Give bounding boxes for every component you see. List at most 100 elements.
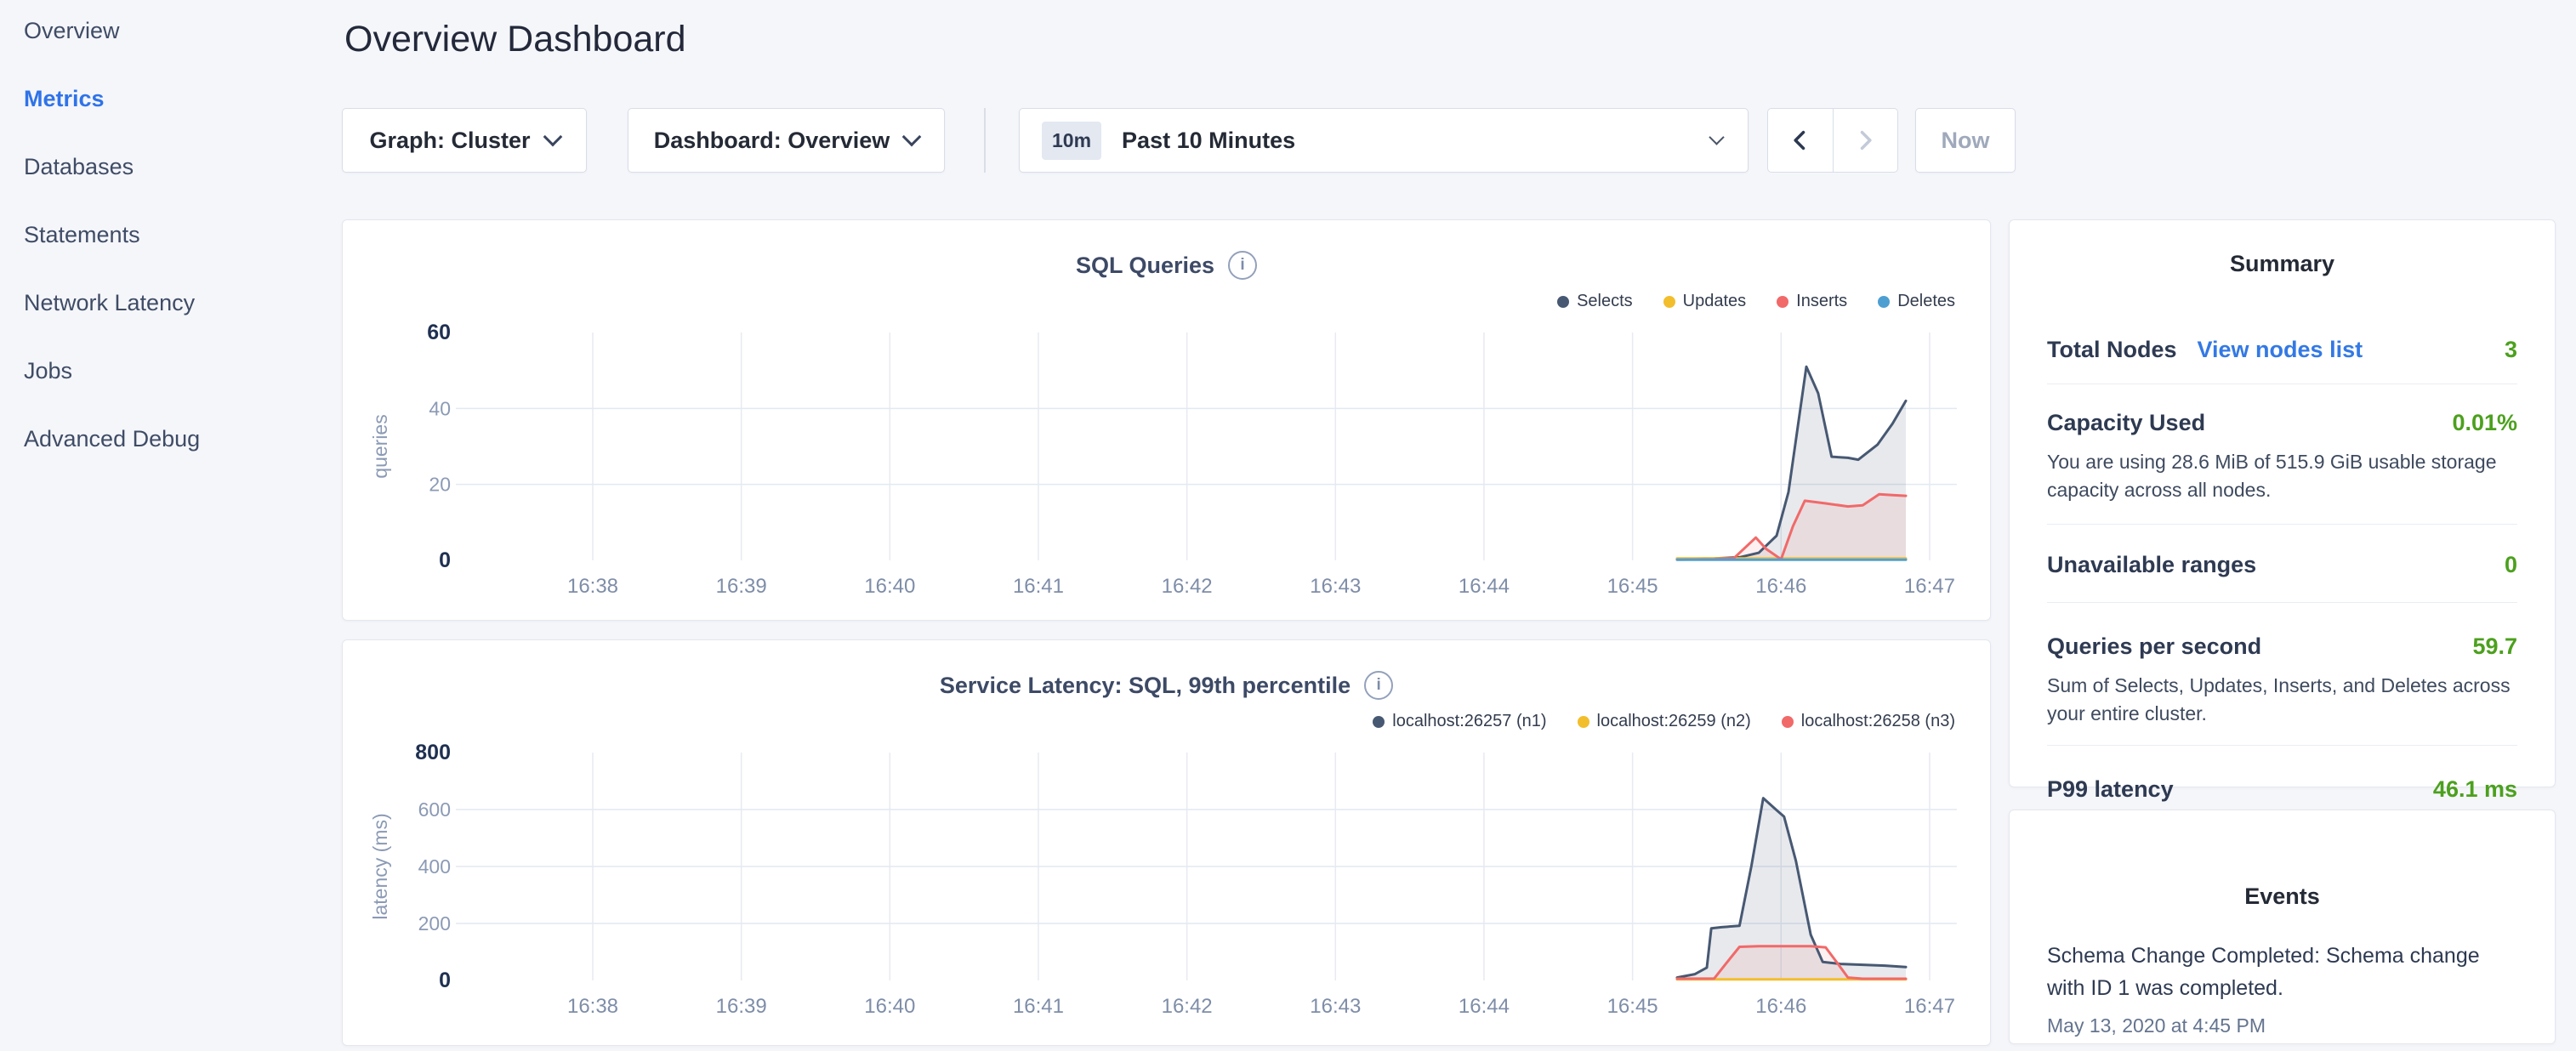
legend-label: Inserts: [1796, 292, 1847, 311]
svg-text:16:40: 16:40: [864, 995, 915, 1018]
chevron-down-icon: [543, 128, 562, 147]
sql-queries-chart-card: 16:3816:3916:4016:4116:4216:4316:4416:45…: [342, 219, 1991, 621]
events-panel: Events Schema Change Completed: Schema c…: [2009, 810, 2556, 1044]
svg-text:60: 60: [427, 321, 451, 344]
summary-label: Unavailable ranges: [2047, 552, 2256, 578]
time-range-selector[interactable]: 10m Past 10 Minutes: [1019, 108, 1749, 173]
chevron-left-icon: [1788, 128, 1812, 152]
chevron-right-icon: [1853, 128, 1877, 152]
sidebar-item-databases[interactable]: Databases: [24, 156, 340, 179]
view-nodes-list-link[interactable]: View nodes list: [2198, 337, 2363, 363]
svg-text:200: 200: [418, 912, 451, 935]
chart-legend: localhost:26257 (n1) localhost:26259 (n2)…: [1373, 712, 1955, 731]
toolbar-divider: [984, 108, 986, 173]
svg-text:0: 0: [439, 969, 451, 992]
legend-label: localhost:26258 (n3): [1801, 712, 1955, 731]
svg-text:600: 600: [418, 798, 451, 821]
summary-value: 3: [2505, 337, 2517, 363]
graph-scope-label: Graph: Cluster: [369, 128, 530, 154]
toolbar: Graph: Cluster Dashboard: Overview 10m P…: [342, 108, 2043, 173]
legend-dot-icon: [1373, 716, 1385, 728]
dashboard-dropdown[interactable]: Dashboard: Overview: [628, 108, 945, 173]
svg-text:16:46: 16:46: [1755, 575, 1806, 598]
svg-text:16:39: 16:39: [716, 575, 767, 598]
summary-label: Total Nodes: [2047, 337, 2177, 363]
legend-item: localhost:26258 (n3): [1782, 712, 1955, 731]
info-icon[interactable]: i: [1228, 251, 1257, 280]
time-prev-button[interactable]: [1768, 109, 1833, 172]
legend-label: Updates: [1683, 292, 1747, 311]
event-message: Schema Change Completed: Schema change w…: [2047, 940, 2517, 1004]
svg-text:16:43: 16:43: [1310, 995, 1361, 1018]
svg-text:16:43: 16:43: [1310, 575, 1361, 598]
sidebar-item-advanced-debug[interactable]: Advanced Debug: [24, 428, 340, 451]
svg-text:16:39: 16:39: [716, 995, 767, 1018]
svg-text:16:38: 16:38: [567, 575, 618, 598]
legend-dot-icon: [1777, 296, 1788, 308]
dashboard-label: Dashboard: Overview: [654, 128, 890, 154]
summary-label: P99 latency: [2047, 776, 2174, 803]
svg-text:800: 800: [415, 741, 451, 764]
sql-queries-plot[interactable]: 16:3816:3916:4016:4116:4216:4316:4416:45…: [343, 220, 1992, 622]
legend-dot-icon: [1878, 296, 1890, 308]
svg-text:16:42: 16:42: [1162, 575, 1213, 598]
divider: [2047, 602, 2517, 603]
summary-panel: Summary Total Nodes View nodes list 3 Ca…: [2009, 219, 2556, 787]
legend-item: Selects: [1557, 292, 1633, 311]
legend-label: localhost:26259 (n2): [1597, 712, 1751, 731]
svg-text:16:45: 16:45: [1607, 995, 1658, 1018]
divider: [2047, 524, 2517, 525]
svg-text:16:46: 16:46: [1755, 995, 1806, 1018]
service-latency-chart-card: 16:3816:3916:4016:4116:4216:4316:4416:45…: [342, 639, 1991, 1046]
event-timestamp: May 13, 2020 at 4:45 PM: [2047, 1014, 2517, 1037]
legend-item: Updates: [1663, 292, 1747, 311]
legend-label: localhost:26257 (n1): [1392, 712, 1546, 731]
summary-value: 0: [2505, 552, 2517, 578]
svg-text:16:47: 16:47: [1904, 575, 1955, 598]
chevron-down-icon: [1709, 129, 1724, 145]
sidebar-item-jobs[interactable]: Jobs: [24, 360, 340, 383]
svg-text:16:44: 16:44: [1459, 995, 1510, 1018]
svg-text:16:45: 16:45: [1607, 575, 1658, 598]
time-range-badge: 10m: [1042, 122, 1101, 160]
svg-text:0: 0: [439, 548, 451, 572]
graph-scope-dropdown[interactable]: Graph: Cluster: [342, 108, 587, 173]
sidebar-item-statements[interactable]: Statements: [24, 224, 340, 247]
divider: [2047, 745, 2517, 746]
service-latency-plot[interactable]: 16:3816:3916:4016:4116:4216:4316:4416:45…: [343, 640, 1992, 1047]
divider: [2047, 383, 2517, 384]
legend-dot-icon: [1663, 296, 1675, 308]
summary-description: You are using 28.6 MiB of 515.9 GiB usab…: [2047, 448, 2517, 505]
legend-dot-icon: [1578, 716, 1589, 728]
summary-title: Summary: [2047, 251, 2517, 277]
summary-label: Queries per second: [2047, 633, 2261, 660]
svg-text:latency (ms): latency (ms): [369, 813, 391, 919]
sidebar-item-metrics[interactable]: Metrics: [24, 88, 340, 111]
sidebar-item-network-latency[interactable]: Network Latency: [24, 292, 340, 315]
svg-text:queries: queries: [369, 414, 391, 478]
svg-text:16:38: 16:38: [567, 995, 618, 1018]
page-title: Overview Dashboard: [344, 19, 686, 60]
summary-row-capacity-used: Capacity Used 0.01%: [2047, 410, 2517, 436]
events-title: Events: [2047, 883, 2517, 910]
info-icon[interactable]: i: [1364, 671, 1393, 700]
legend-label: Selects: [1577, 292, 1633, 311]
sidebar: Overview Metrics Databases Statements Ne…: [0, 0, 340, 1051]
summary-description: Sum of Selects, Updates, Inserts, and De…: [2047, 672, 2517, 729]
legend-item: localhost:26259 (n2): [1578, 712, 1751, 731]
chevron-down-icon: [902, 128, 922, 147]
legend-label: Deletes: [1897, 292, 1955, 311]
chart-title: SQL Queries: [1076, 253, 1214, 279]
time-step-buttons: [1767, 108, 1898, 173]
now-button[interactable]: Now: [1915, 108, 2016, 173]
legend-dot-icon: [1557, 296, 1569, 308]
svg-text:40: 40: [429, 397, 451, 419]
svg-text:16:42: 16:42: [1162, 995, 1213, 1018]
svg-text:400: 400: [418, 855, 451, 878]
summary-row-queries-per-second: Queries per second 59.7: [2047, 633, 2517, 660]
time-next-button[interactable]: [1833, 109, 1898, 172]
svg-text:20: 20: [429, 474, 451, 496]
summary-row-unavailable-ranges: Unavailable ranges 0: [2047, 552, 2517, 578]
sidebar-item-overview[interactable]: Overview: [24, 20, 340, 43]
summary-value: 0.01%: [2452, 410, 2517, 436]
